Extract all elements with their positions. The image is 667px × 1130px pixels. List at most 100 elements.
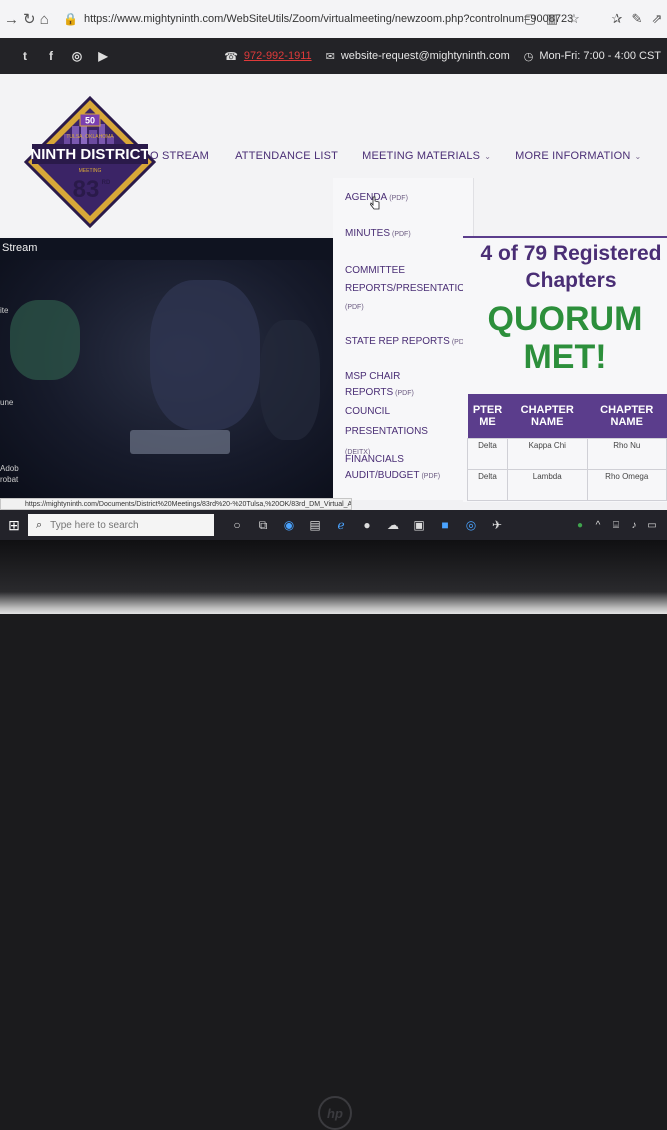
ninth-district-logo[interactable]: 50 TULSA, OKLAHOMA NINTH DISTRICT MEETIN… (24, 96, 156, 228)
star-icon[interactable]: ☆ (563, 11, 585, 27)
nav-meeting-materials-label: MEETING MATERIALS (362, 150, 481, 162)
search-icon: ⌕ (36, 518, 43, 531)
instagram-icon[interactable]: ◎ (64, 49, 90, 63)
url-text: https://www.mightyninth.com/WebSiteUtils… (83, 13, 574, 25)
menu-item-label: REPORTS/PRESENTATIONS (345, 283, 479, 294)
menu-item-label: AGENDA (345, 192, 388, 203)
favorites-icon[interactable]: ✰ (607, 11, 627, 27)
chevron-up-icon[interactable]: ^ (589, 520, 607, 531)
hp-app-icon[interactable]: ● (354, 514, 380, 536)
file-type-tag: (PDF) (389, 195, 408, 202)
file-type-tag: (PDF) (345, 304, 364, 311)
registered-label: Chapters (525, 269, 617, 292)
quorum-panel: 4 of 79 Registered Chapters QUORUM MET! … (463, 236, 667, 502)
windows-taskbar: ⊞ ⌕ ○ ⧉ ◉ ▤ ℯ ● ☁ ▣ ■ ◎ ✈ ● ^ ⌸ ♪ ▭ (0, 510, 667, 540)
share-icon[interactable]: ⇗ (647, 11, 667, 27)
network-icon[interactable]: ⌸ (607, 520, 625, 531)
left-edge-fragment: Adob (0, 464, 19, 473)
nav-attendance-list[interactable]: ATTENDANCE LIST (235, 150, 338, 162)
cortana-icon[interactable]: ○ (224, 514, 250, 536)
nav-meeting-materials[interactable]: MEETING MATERIALS ⌄ (362, 150, 491, 162)
menu-item-minutes[interactable]: MINUTES (PDF) (345, 226, 471, 243)
edge-browser-icon[interactable]: ℯ (328, 514, 354, 536)
taskbar-search[interactable]: ⌕ (28, 514, 214, 536)
quorum-status: QUORUM MET! (463, 300, 667, 376)
table-cell: Rho Nu (586, 438, 667, 470)
table-cell: Delta (467, 438, 508, 470)
hp-logo-icon: hp (318, 1096, 352, 1130)
logo-city: TULSA, OKLAHOMA (66, 134, 114, 140)
nav-more-information-label: MORE INFORMATION (515, 150, 631, 162)
menu-item-label: MSP CHAIR REPORTS (345, 371, 401, 398)
pin-icon[interactable]: ✈ (484, 514, 510, 536)
security-tray-icon[interactable]: ● (571, 520, 589, 531)
app-icon[interactable]: ■ (432, 514, 458, 536)
task-view-icon[interactable]: ⧉ (250, 514, 276, 536)
logo-meeting-word: MEETING (79, 168, 102, 174)
store-icon[interactable]: ▤ (302, 514, 328, 536)
video-stream[interactable]: Stream ite une Adob robat (0, 238, 333, 500)
top-info-bar: t f ◎ ▶ ☎ 972-992-1911 ✉ website-request… (0, 38, 667, 74)
link-status-bar: https://mightyninth.com/Documents/Distri… (0, 498, 352, 510)
windows-start-icon[interactable]: ⊞ (0, 517, 28, 534)
camera-icon[interactable]: ▣ (406, 514, 432, 536)
table-row: Delta Kappa Chi Rho Nu (467, 438, 667, 470)
laptop-bezel: hp (0, 540, 667, 1130)
logo-badge: 50 (85, 116, 95, 126)
meeting-materials-dropdown: AGENDA (PDF) MINUTES (PDF) COMMITTEE REPOR… (333, 178, 479, 500)
back-arrow-icon[interactable]: → (4, 11, 19, 28)
laptop-screen: → ↻ ⌂ 🔒 https://www.mightyninth.com/WebS… (0, 0, 667, 540)
book-icon[interactable]: ▥ (541, 11, 563, 27)
logo-title: NINTH DISTRICT (30, 146, 149, 163)
menu-item-label: COMMITTEE (345, 265, 405, 276)
main-nav: O STREAM ATTENDANCE LIST MEETING MATERIA… (150, 150, 641, 162)
menu-item-label: MINUTES (345, 228, 390, 239)
twitter-icon[interactable]: t (12, 49, 38, 63)
quorum-word: QUORUM (487, 300, 643, 338)
menu-item-label: STATE REP REPORTS (345, 336, 450, 347)
stream-label: Stream (2, 242, 38, 254)
pen-icon[interactable]: ✎ (627, 11, 647, 27)
nav-stream[interactable]: O STREAM (150, 150, 209, 162)
lock-icon: 🔒 (63, 12, 78, 26)
volume-icon[interactable]: ♪ (625, 520, 643, 531)
column-header: PTER ME (467, 394, 508, 439)
chevron-down-icon: ⌄ (634, 152, 642, 161)
chapter-table: PTER ME CHAPTER NAME CHAPTER NAME Delta Kap… (467, 394, 667, 501)
phone-icon: ☎ (224, 50, 238, 63)
stream-video-area[interactable] (0, 260, 333, 500)
menu-item-msp-chair-reports[interactable]: MSP CHAIR REPORTS (PDF) (345, 369, 471, 402)
youtube-icon[interactable]: ▶ (90, 49, 116, 63)
mail-icon: ✉ (325, 50, 335, 63)
menu-item-label: AUDIT/BUDGET (345, 470, 420, 481)
table-cell: Delta (467, 469, 508, 501)
refresh-icon[interactable]: ↻ (23, 10, 36, 28)
address-bar[interactable]: 🔒 https://www.mightyninth.com/WebSiteUti… (63, 7, 573, 31)
clock-icon: ◷ (523, 50, 534, 63)
registered-count: 4 of 79 Registered (480, 242, 662, 265)
table-row: Delta Lambda Rho Omega (467, 469, 667, 501)
globe-icon[interactable]: ◉ (276, 514, 302, 536)
file-type-tag: (PDF) (421, 473, 441, 480)
hand-cursor-icon (370, 196, 380, 210)
reading-view-icon[interactable]: ▢ (519, 11, 541, 27)
left-edge-fragment: une (0, 398, 14, 407)
email-link[interactable]: website-request@mightyninth.com (341, 50, 510, 62)
facebook-icon[interactable]: f (38, 49, 64, 63)
cloud-icon[interactable]: ☁ (380, 514, 406, 536)
chrome-icon[interactable]: ◎ (458, 514, 484, 536)
phone-link[interactable]: 972-992-1911 (244, 50, 312, 62)
menu-item-financials[interactable]: FINANCIALS AUDIT/BUDGET (PDF) (345, 452, 471, 485)
column-header: CHAPTER NAME (587, 394, 667, 439)
taskbar-search-input[interactable] (48, 518, 203, 532)
menu-item-state-rep-reports[interactable]: STATE REP REPORTS (PDF) (345, 334, 471, 351)
nav-more-information[interactable]: MORE INFORMATION ⌄ (515, 150, 641, 162)
home-icon[interactable]: ⌂ (40, 11, 49, 28)
menu-item-agenda[interactable]: AGENDA (PDF) (345, 190, 471, 207)
file-type-tag: (PDF) (395, 390, 414, 397)
quorum-met: MET! (523, 338, 607, 376)
office-hours: Mon-Fri: 7:00 - 4:00 CST (539, 50, 661, 62)
menu-item-committee-reports[interactable]: COMMITTEE REPORTS/PRESENTATIONS (PDF) (345, 262, 479, 317)
left-edge-fragment: ite (0, 306, 9, 315)
notification-icon[interactable]: ▭ (643, 520, 661, 531)
